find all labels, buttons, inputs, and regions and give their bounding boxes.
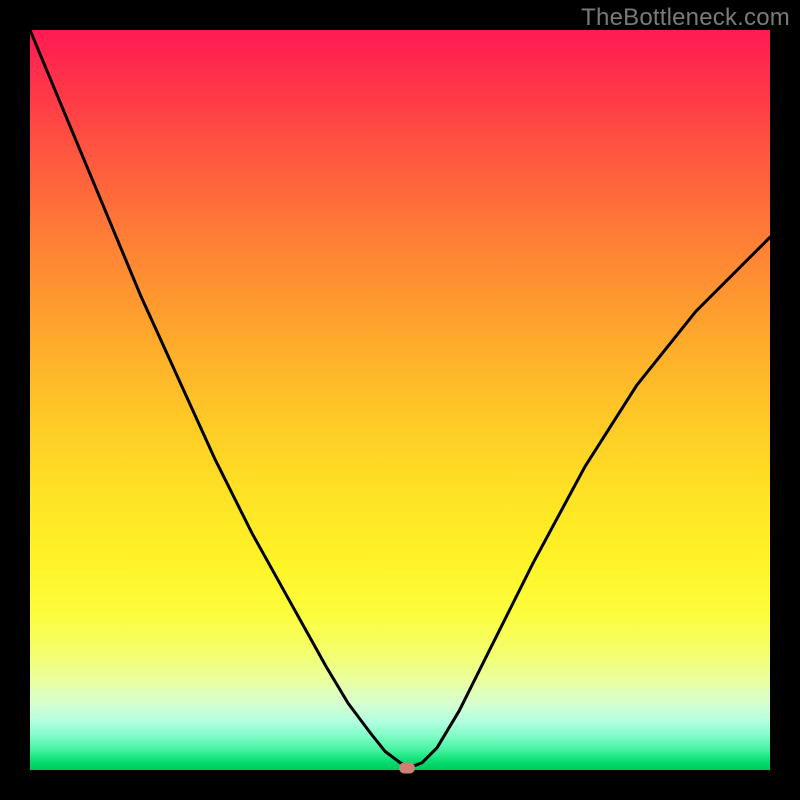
bottleneck-curve <box>30 30 770 770</box>
optimum-marker-icon <box>399 762 415 773</box>
chart-plot-area <box>30 30 770 770</box>
chart-frame: TheBottleneck.com <box>0 0 800 800</box>
watermark-text: TheBottleneck.com <box>581 4 790 32</box>
